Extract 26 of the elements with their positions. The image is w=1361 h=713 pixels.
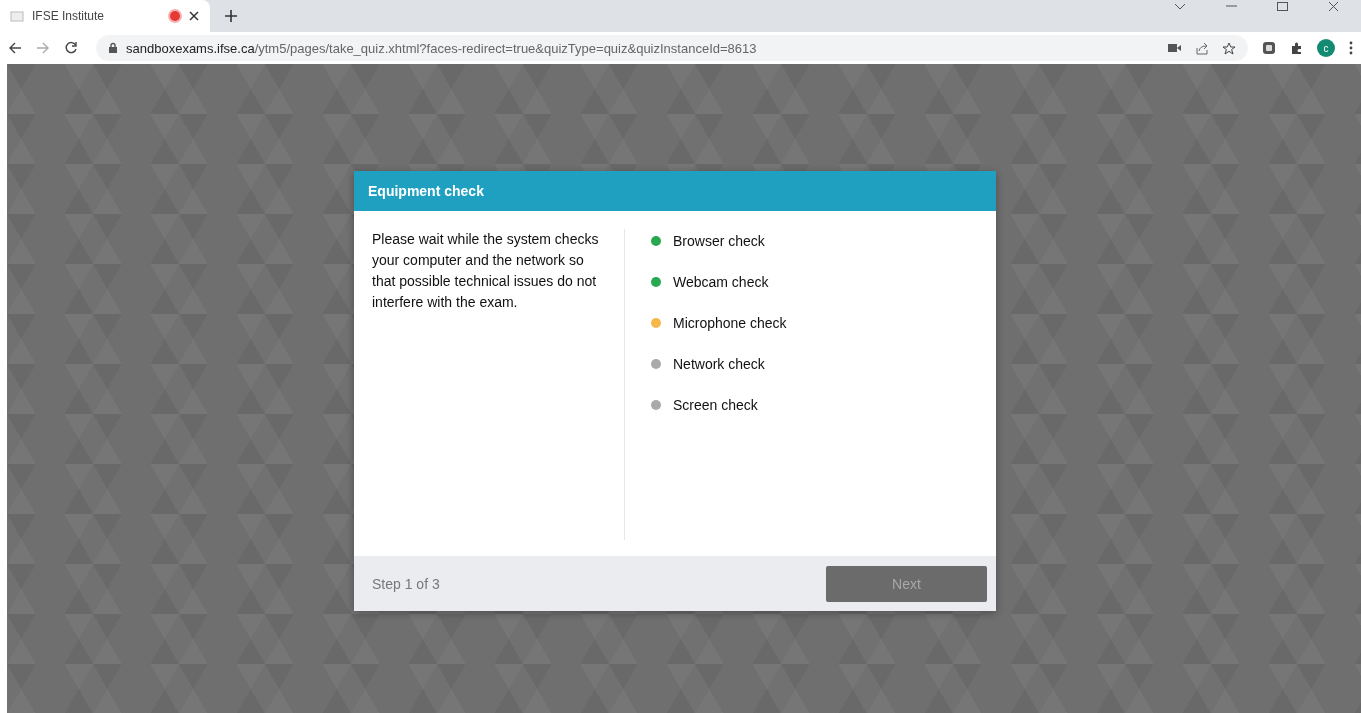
puzzle-icon[interactable] <box>1290 41 1303 55</box>
step-indicator: Step 1 of 3 <box>372 575 440 592</box>
lock-icon <box>108 42 118 54</box>
profile-avatar[interactable]: c <box>1317 39 1335 57</box>
star-icon[interactable] <box>1222 41 1236 55</box>
dialog-title: Equipment check <box>354 171 996 211</box>
page-icon <box>10 9 24 23</box>
browser-tab[interactable]: IFSE Institute <box>0 0 210 32</box>
check-label: Microphone check <box>673 315 787 331</box>
check-label: Webcam check <box>673 274 769 290</box>
close-icon[interactable] <box>188 10 200 22</box>
instruction-text: Please wait while the system checks your computer and the network so that possible technical issues do not interfere with the exam. <box>372 229 625 540</box>
address-field[interactable]: sandboxexams.ifse.ca/ytm5/pages/take_quiz.xhtml?faces-redirect=true&quizType=quiz&quizInstanceId=8613 <box>96 35 1248 61</box>
more-menu-icon[interactable] <box>1349 41 1353 55</box>
back-icon[interactable] <box>8 41 22 55</box>
share-icon[interactable] <box>1195 41 1208 55</box>
check-label: Network check <box>673 356 765 372</box>
maximize-icon[interactable] <box>1277 2 1288 11</box>
new-tab-icon[interactable] <box>224 9 238 23</box>
close-icon[interactable] <box>1328 2 1339 11</box>
check-label: Screen check <box>673 397 758 413</box>
chevron-down-icon[interactable] <box>1174 2 1186 11</box>
check-label: Browser check <box>673 233 765 249</box>
tab-title: IFSE Institute <box>32 9 106 23</box>
camera-icon[interactable] <box>1168 42 1181 54</box>
reload-icon[interactable] <box>64 41 78 55</box>
